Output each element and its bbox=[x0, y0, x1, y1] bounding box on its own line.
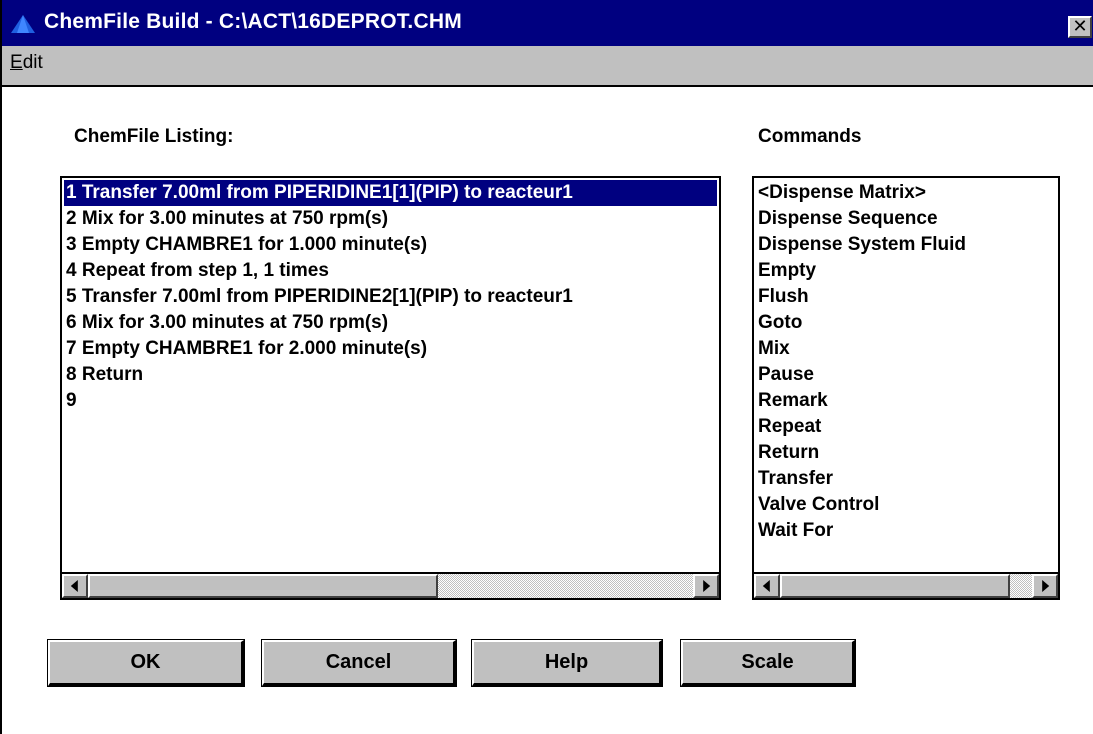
list-item[interactable]: 8 Return bbox=[64, 362, 717, 388]
menu-bar: Edit bbox=[2, 46, 1093, 87]
window-title: ChemFile Build - C:\ACT\16DEPROT.CHM bbox=[44, 10, 462, 33]
arrow-left-icon bbox=[70, 580, 78, 592]
command-item[interactable]: Return bbox=[756, 440, 1056, 466]
scroll-right-button[interactable] bbox=[693, 574, 719, 598]
chemfile-listbox[interactable]: 1 Transfer 7.00ml from PIPERIDINE1[1](PI… bbox=[60, 176, 721, 600]
commands-horizontal-scrollbar[interactable] bbox=[754, 572, 1058, 598]
ok-button[interactable]: OK bbox=[47, 639, 245, 687]
list-item[interactable]: 5 Transfer 7.00ml from PIPERIDINE2[1](PI… bbox=[64, 284, 717, 310]
command-item[interactable]: Dispense System Fluid bbox=[756, 232, 1056, 258]
command-item[interactable]: Remark bbox=[756, 388, 1056, 414]
list-item[interactable]: 7 Empty CHAMBRE1 for 2.000 minute(s) bbox=[64, 336, 717, 362]
command-item[interactable]: Dispense Sequence bbox=[756, 206, 1056, 232]
menu-edit-mnemonic: E bbox=[10, 52, 23, 73]
title-bar[interactable]: ChemFile Build - C:\ACT\16DEPROT.CHM ✕ bbox=[2, 0, 1093, 46]
chemfile-horizontal-scrollbar[interactable] bbox=[62, 572, 719, 598]
arrow-right-icon bbox=[1042, 580, 1050, 592]
list-item[interactable]: 9 bbox=[64, 388, 717, 414]
menu-edit[interactable]: Edit bbox=[10, 52, 43, 74]
command-item[interactable]: Empty bbox=[756, 258, 1056, 284]
arrow-right-icon bbox=[703, 580, 711, 592]
list-item[interactable]: 2 Mix for 3.00 minutes at 750 rpm(s) bbox=[64, 206, 717, 232]
commands-list-items: <Dispense Matrix> Dispense Sequence Disp… bbox=[756, 180, 1056, 544]
command-item[interactable]: Flush bbox=[756, 284, 1056, 310]
scroll-thumb[interactable] bbox=[780, 574, 1010, 598]
list-item[interactable]: 4 Repeat from step 1, 1 times bbox=[64, 258, 717, 284]
command-item[interactable]: Mix bbox=[756, 336, 1056, 362]
commands-label: Commands bbox=[758, 126, 862, 147]
scroll-left-button[interactable] bbox=[754, 574, 780, 598]
list-item[interactable]: 1 Transfer 7.00ml from PIPERIDINE1[1](PI… bbox=[64, 180, 717, 206]
chemfile-listing-label: ChemFile Listing: bbox=[74, 126, 234, 147]
commands-listbox[interactable]: <Dispense Matrix> Dispense Sequence Disp… bbox=[752, 176, 1060, 600]
list-item[interactable]: 6 Mix for 3.00 minutes at 750 rpm(s) bbox=[64, 310, 717, 336]
command-item[interactable]: Repeat bbox=[756, 414, 1056, 440]
command-item[interactable]: Valve Control bbox=[756, 492, 1056, 518]
menu-edit-label: dit bbox=[22, 52, 43, 73]
scale-button[interactable]: Scale bbox=[680, 639, 856, 687]
list-item[interactable]: 3 Empty CHAMBRE1 for 1.000 minute(s) bbox=[64, 232, 717, 258]
command-item[interactable]: <Dispense Matrix> bbox=[756, 180, 1056, 206]
close-icon: ✕ bbox=[1072, 16, 1088, 36]
command-item[interactable]: Transfer bbox=[756, 466, 1056, 492]
scroll-left-button[interactable] bbox=[62, 574, 88, 598]
chemfile-list-items: 1 Transfer 7.00ml from PIPERIDINE1[1](PI… bbox=[64, 180, 717, 414]
app-logo-icon bbox=[11, 15, 35, 33]
help-button[interactable]: Help bbox=[471, 639, 663, 687]
cancel-button[interactable]: Cancel bbox=[261, 639, 457, 687]
scroll-thumb[interactable] bbox=[88, 574, 438, 598]
scroll-track[interactable] bbox=[438, 574, 693, 598]
close-button[interactable]: ✕ bbox=[1068, 16, 1092, 38]
scroll-track[interactable] bbox=[1010, 574, 1032, 598]
command-item[interactable]: Pause bbox=[756, 362, 1056, 388]
command-item[interactable]: Goto bbox=[756, 310, 1056, 336]
arrow-left-icon bbox=[762, 580, 770, 592]
chemfile-build-window: ChemFile Build - C:\ACT\16DEPROT.CHM ✕ E… bbox=[0, 0, 1093, 734]
command-item[interactable]: Wait For bbox=[756, 518, 1056, 544]
scroll-right-button[interactable] bbox=[1032, 574, 1058, 598]
